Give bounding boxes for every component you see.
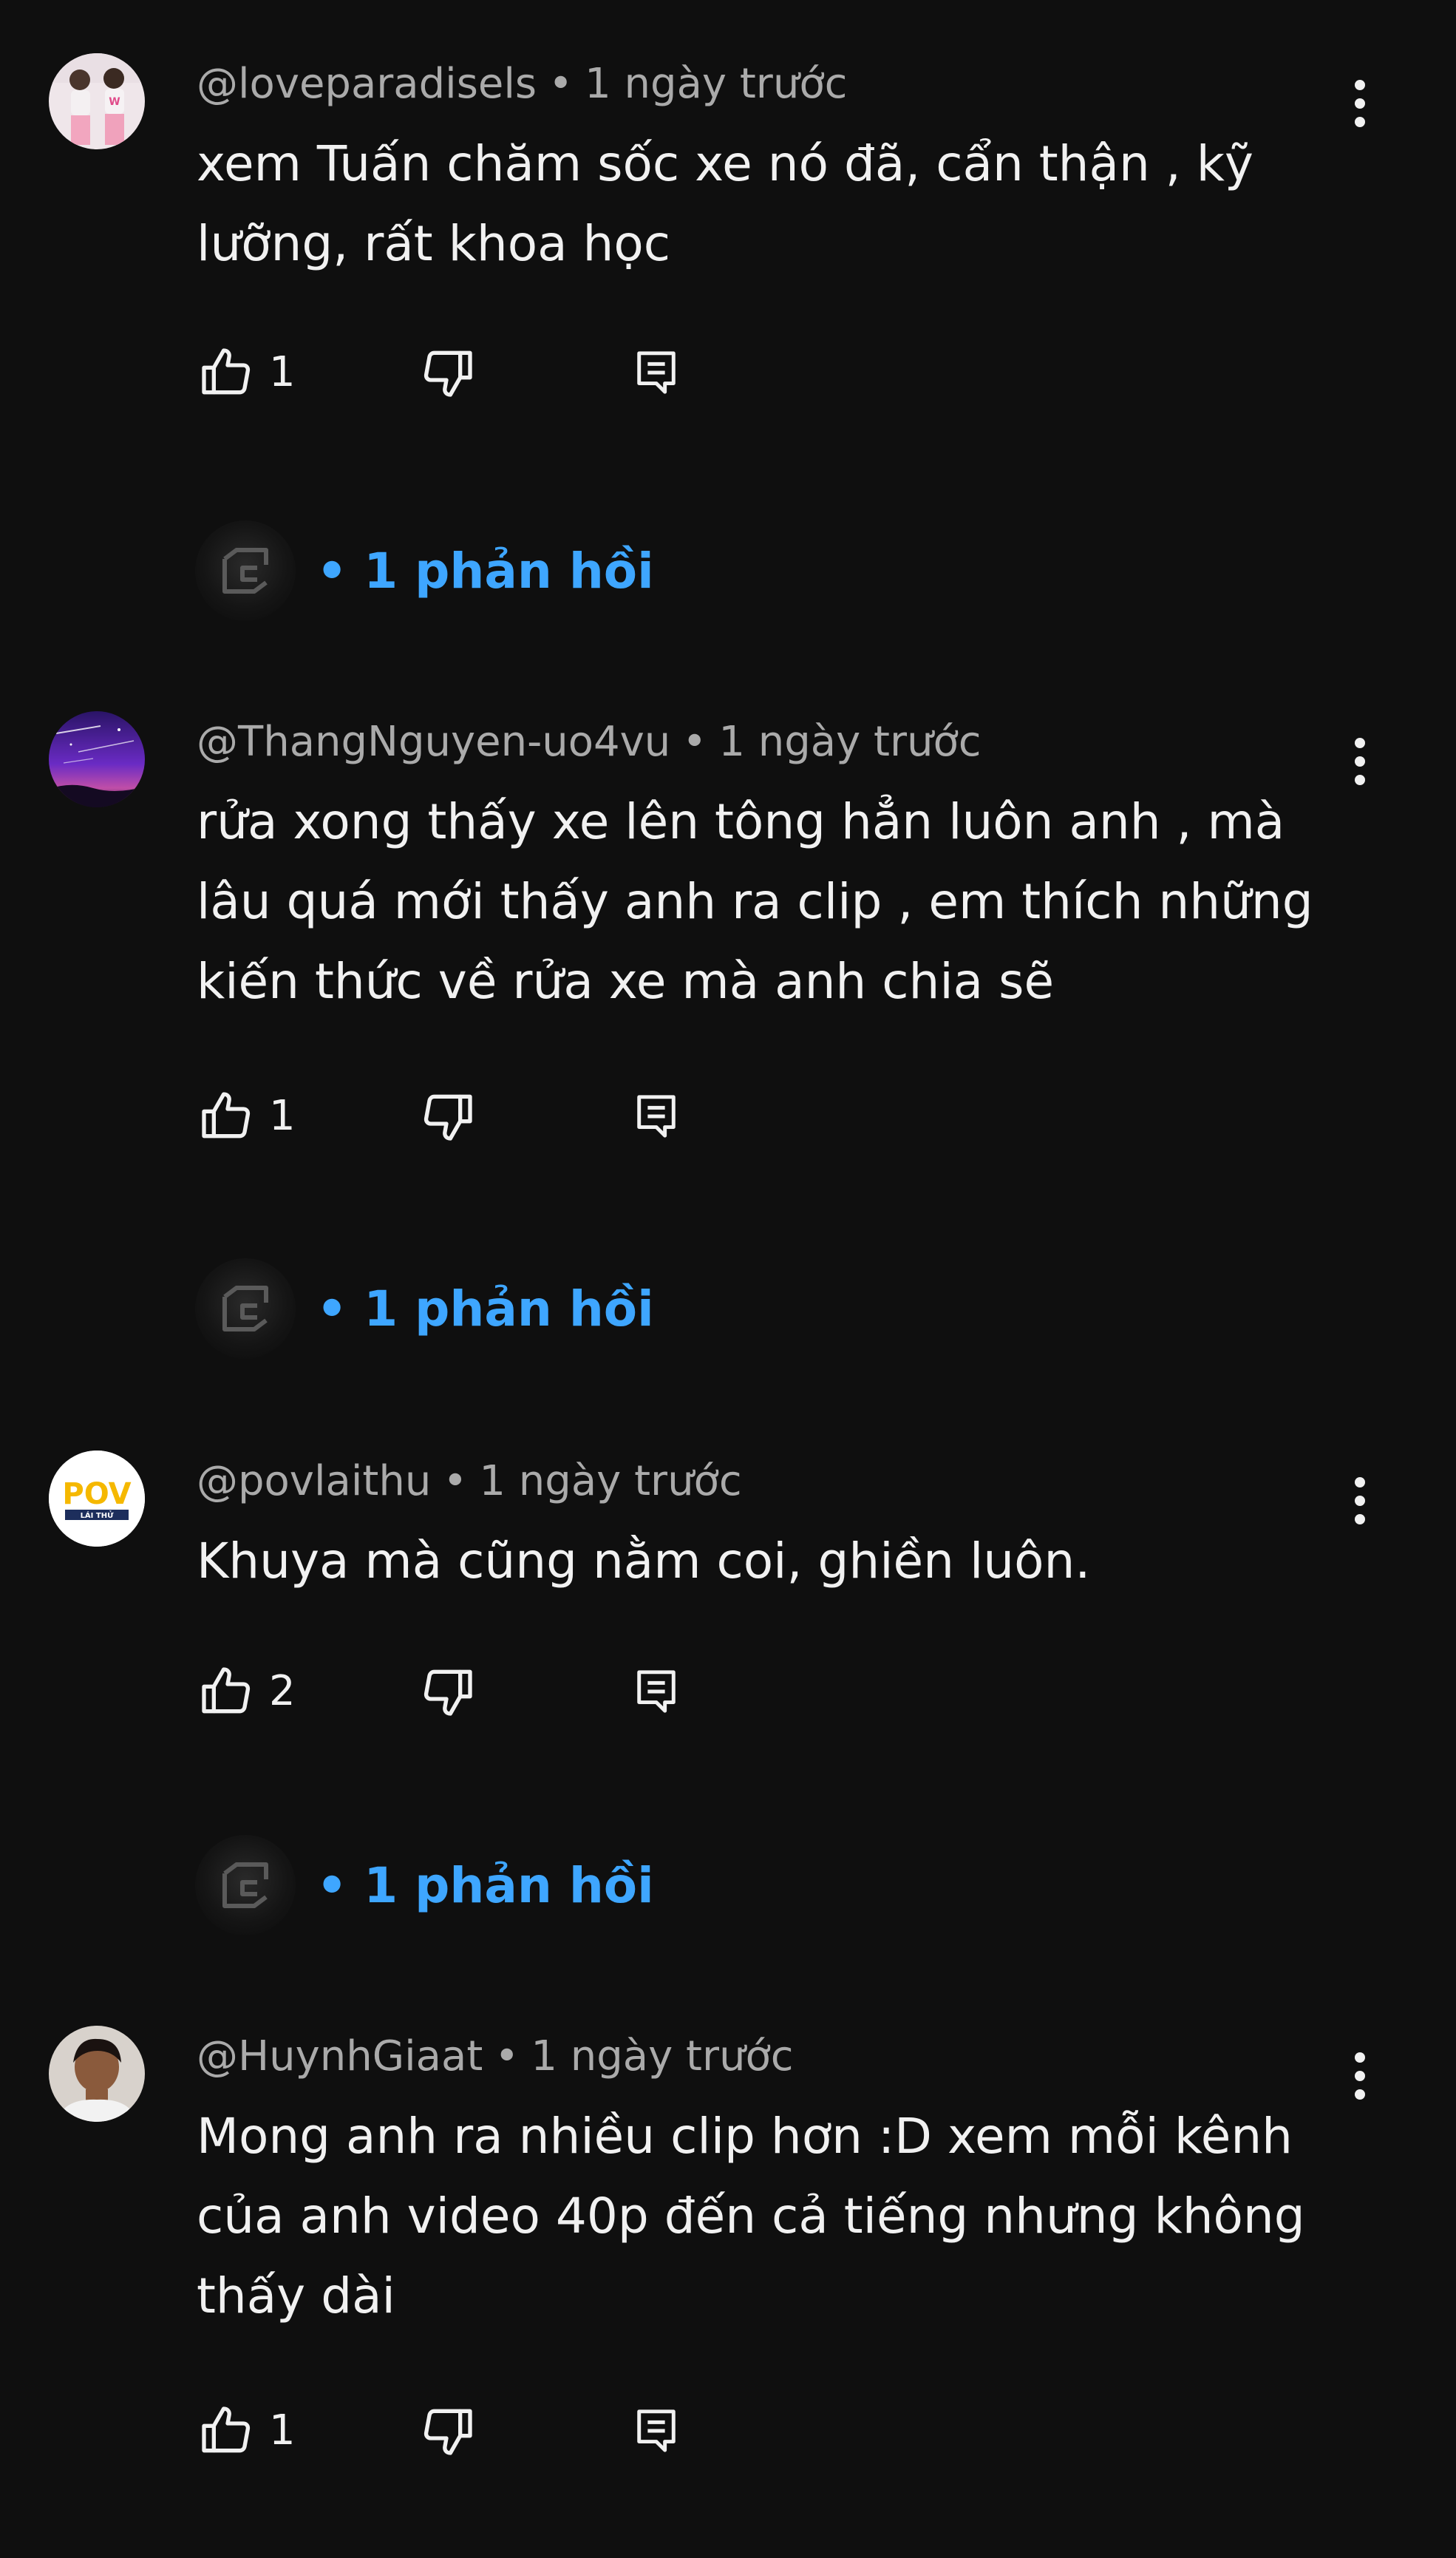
view-replies-button[interactable]: • 1 phản hồi (195, 520, 654, 621)
comment-text: xem Tuấn chăm sốc xe nó đã, cẩn thận , k… (197, 124, 1350, 284)
replies-dot: • (316, 1280, 348, 1337)
meta-separator: • (682, 718, 707, 766)
channel-logo-icon (222, 1862, 268, 1908)
comment-author[interactable]: @HuynhGiaat (197, 2032, 483, 2080)
meta-separator: • (443, 1457, 468, 1505)
dislike-button[interactable] (418, 1662, 477, 1721)
more-vertical-icon (1355, 80, 1365, 127)
meta-separator: • (494, 2032, 520, 2080)
like-button[interactable]: 1 (197, 2401, 296, 2460)
girl-photo-avatar[interactable]: W (49, 53, 145, 149)
comment-meta: @povlaithu • 1 ngày trước (197, 1456, 742, 1507)
replies-label: • 1 phản hồi (316, 543, 654, 600)
dislike-button[interactable] (418, 2401, 477, 2460)
channel-avatar (195, 520, 296, 621)
dislike-button[interactable] (418, 1087, 477, 1146)
comment-meta: @HuynhGiaat • 1 ngày trước (197, 2032, 794, 2082)
like-button[interactable]: 1 (197, 343, 296, 402)
comment-time: 1 ngày trước (718, 718, 982, 766)
reply-button[interactable] (633, 2401, 680, 2460)
pov-logo-text: POV (62, 1477, 131, 1511)
channel-logo-icon (222, 548, 268, 594)
pov-logo-subtext: LÁI THỬ (81, 1510, 115, 1520)
comment-text: rửa xong thấy xe lên tông hẳn luôn anh ,… (197, 782, 1350, 1022)
thumb-down-icon (423, 1669, 472, 1716)
comment-meta: @ThangNguyen-uo4vu • 1 ngày trước (197, 717, 982, 767)
dislike-button[interactable] (418, 343, 477, 402)
replies-dot: • (316, 542, 348, 600)
thumb-up-icon (202, 1667, 251, 1714)
thumb-down-icon (423, 1094, 472, 1141)
view-replies-button[interactable]: • 1 phản hồi (195, 1258, 654, 1359)
more-vertical-icon (1355, 738, 1365, 785)
replies-count: 1 phản hồi (364, 1280, 654, 1337)
like-button[interactable]: 2 (197, 1662, 296, 1721)
view-replies-button[interactable]: • 1 phản hồi (195, 1835, 654, 1936)
comment-meta: @loveparadisels • 1 ngày trước (197, 59, 847, 109)
comment-line: rửa xong thấy xe lên tông hẳn luôn anh ,… (197, 793, 1285, 850)
comment-line: lâu quá mới thấy anh ra clip , em thích … (197, 873, 1313, 930)
comment-text: Mong anh ra nhiều clip hơn :D xem mỗi kê… (197, 2097, 1350, 2336)
comment-line: Khuya mà cũng nằm coi, ghiền luôn. (197, 1533, 1091, 1590)
thumb-up-icon (202, 1092, 251, 1139)
replies-count: 1 phản hồi (364, 542, 654, 600)
like-count: 2 (269, 1667, 296, 1715)
comments-list: W @loveparadisels • 1 ngày trước xem Tuấn … (0, 0, 1456, 2558)
more-vertical-icon (1355, 2052, 1365, 2100)
comment-author[interactable]: @ThangNguyen-uo4vu (197, 718, 670, 766)
thumb-down-icon (423, 350, 472, 397)
comment-line: Mong anh ra nhiều clip hơn :D xem mỗi kê… (197, 2108, 1293, 2165)
comment-text: Khuya mà cũng nằm coi, ghiền luôn. (197, 1521, 1350, 1601)
channel-avatar (195, 1835, 296, 1936)
comment-author[interactable]: @loveparadisels (197, 60, 537, 108)
starry-sky-avatar[interactable] (49, 711, 145, 807)
more-button[interactable] (1330, 1464, 1389, 1538)
svg-text:W: W (109, 96, 120, 108)
comment-time: 1 ngày trước (531, 2032, 794, 2080)
reply-button[interactable] (633, 1087, 680, 1146)
more-button[interactable] (1330, 725, 1389, 798)
comment-author[interactable]: @povlaithu (197, 1457, 431, 1505)
comment-reply-icon (637, 1095, 676, 1138)
comment-reply-icon (637, 2409, 676, 2452)
replies-label: • 1 phản hồi (316, 1857, 654, 1914)
comment-line: lưỡng, rất khoa học (197, 215, 671, 272)
comment-line: kiến thức về rửa xe mà anh chia sẽ (197, 953, 1055, 1010)
more-vertical-icon (1355, 1477, 1365, 1524)
pov-logo-avatar[interactable]: POV LÁI THỬ (49, 1451, 145, 1547)
comment-line: của anh video 40p đến cả tiếng nhưng khô… (197, 2188, 1305, 2245)
comment-time: 1 ngày trước (585, 60, 848, 108)
like-count: 1 (269, 2406, 296, 2454)
like-count: 1 (269, 348, 296, 396)
like-count: 1 (269, 1092, 296, 1140)
channel-logo-icon (222, 1286, 268, 1331)
man-photo-avatar[interactable] (49, 2026, 145, 2122)
comment-line: thấy dài (197, 2267, 395, 2324)
comment-reply-icon (637, 351, 676, 394)
like-button[interactable]: 1 (197, 1087, 296, 1146)
replies-label: • 1 phản hồi (316, 1280, 654, 1337)
thumb-up-icon (202, 2406, 251, 2453)
replies-count: 1 phản hồi (364, 1856, 654, 1914)
reply-button[interactable] (633, 343, 680, 402)
comment-time: 1 ngày trước (479, 1457, 742, 1505)
more-button[interactable] (1330, 2039, 1389, 2113)
more-button[interactable] (1330, 67, 1389, 140)
reply-button[interactable] (633, 1662, 680, 1721)
comment-line: xem Tuấn chăm sốc xe nó đã, cẩn thận , k… (197, 135, 1253, 192)
meta-separator: • (548, 60, 574, 108)
thumb-up-icon (202, 348, 251, 395)
comment-reply-icon (637, 1670, 676, 1713)
thumb-down-icon (423, 2409, 472, 2455)
replies-dot: • (316, 1856, 348, 1914)
channel-avatar (195, 1258, 296, 1359)
